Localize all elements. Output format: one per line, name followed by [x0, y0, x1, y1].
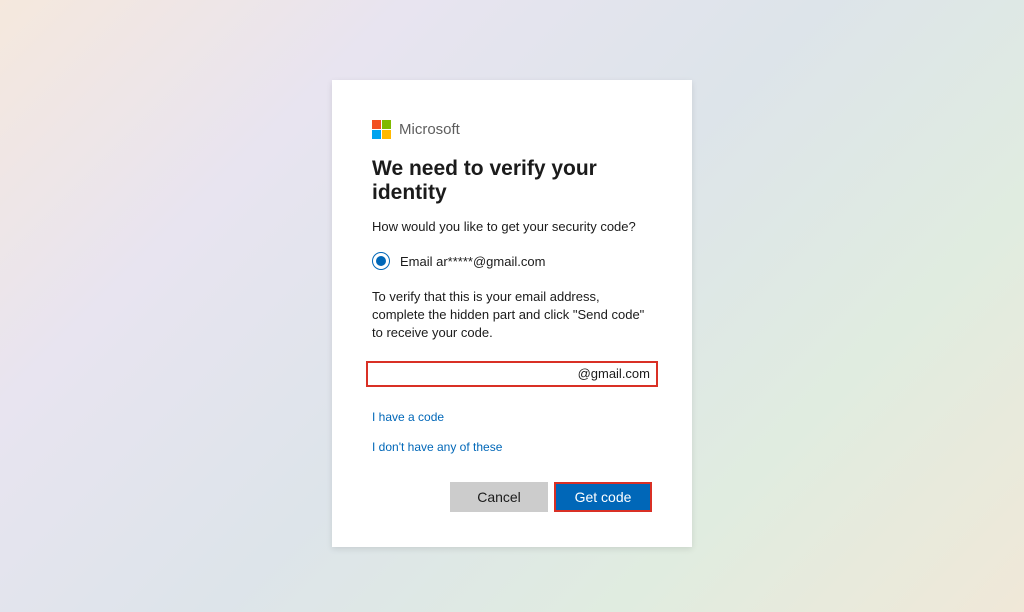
page-title: We need to verify your identity: [372, 157, 652, 205]
get-code-button[interactable]: Get code: [554, 482, 652, 512]
radio-selected-icon: [372, 252, 390, 270]
radio-label: Email ar*****@gmail.com: [400, 254, 545, 269]
button-row: Cancel Get code: [372, 482, 652, 512]
prompt-text: How would you like to get your security …: [372, 219, 652, 234]
instructions-text: To verify that this is your email addres…: [372, 288, 652, 343]
verify-identity-dialog: Microsoft We need to verify your identit…: [332, 80, 692, 547]
brand-name: Microsoft: [399, 121, 460, 138]
email-suffix: @gmail.com: [578, 366, 656, 381]
email-input-wrapper: @gmail.com: [366, 361, 658, 387]
have-code-link[interactable]: I have a code: [372, 410, 652, 424]
microsoft-logo-icon: [372, 120, 391, 139]
no-options-link[interactable]: I don't have any of these: [372, 440, 652, 454]
cancel-button[interactable]: Cancel: [450, 482, 548, 512]
brand-row: Microsoft: [372, 120, 652, 139]
email-prefix-input[interactable]: [368, 363, 578, 385]
email-radio-option[interactable]: Email ar*****@gmail.com: [372, 252, 652, 270]
